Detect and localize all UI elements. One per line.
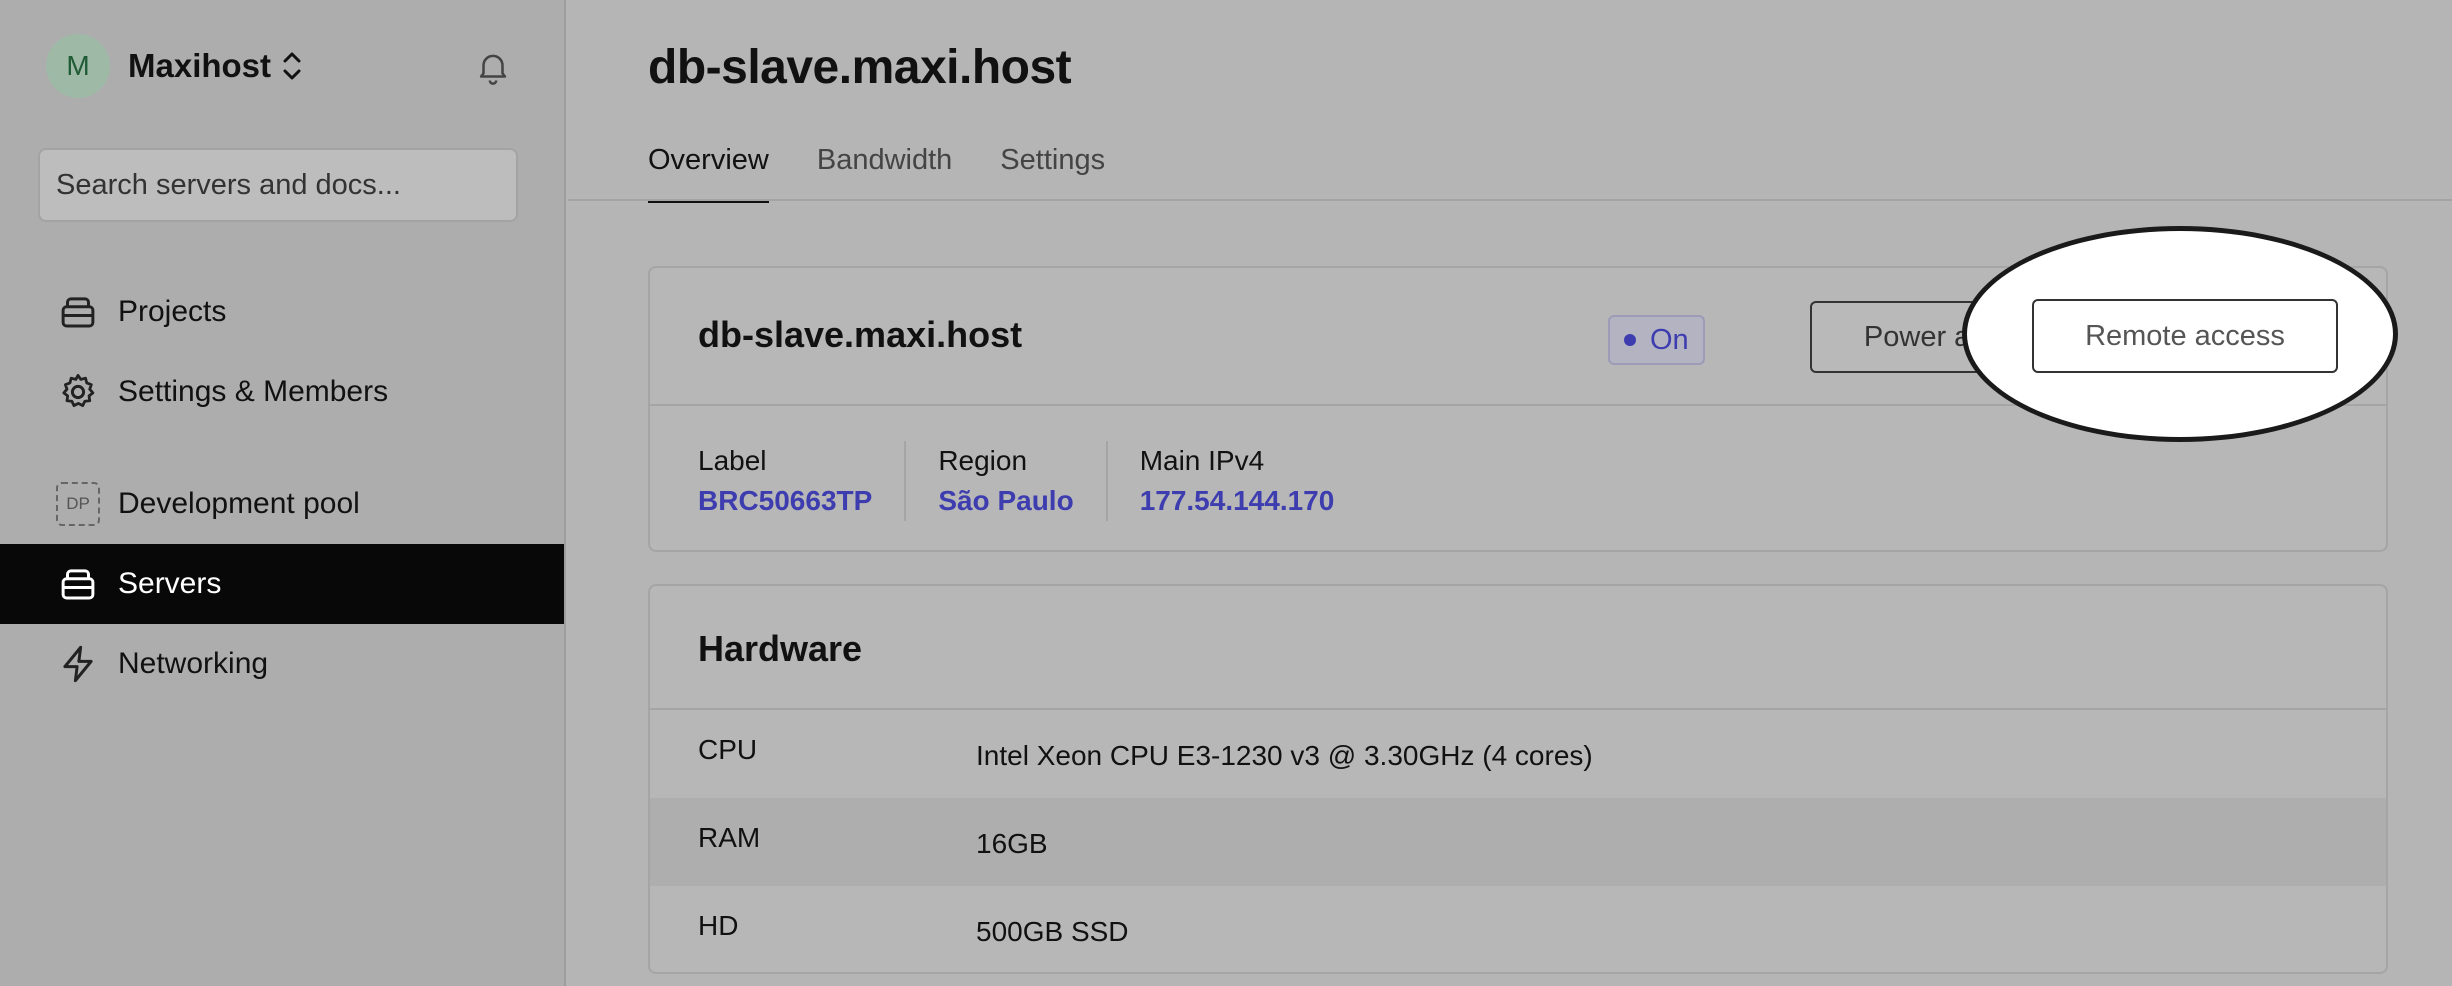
hardware-card: Hardware CPU Intel Xeon CPU E3-1230 v3 @… <box>648 584 2388 974</box>
gear-icon <box>56 370 100 414</box>
tabs-divider <box>568 199 2452 201</box>
sidebar-item-label: Development pool <box>118 487 360 520</box>
hardware-title: Hardware <box>698 628 863 669</box>
status-dot-icon <box>1624 334 1636 346</box>
hardware-value: Intel Xeon CPU E3-1230 v3 @ 3.30GHz (4 c… <box>976 740 1593 771</box>
org-switcher[interactable]: M Maxihost <box>46 34 303 98</box>
tab-overview[interactable]: Overview <box>648 144 769 203</box>
sidebar-item-label: Networking <box>118 647 269 680</box>
search-input[interactable] <box>38 148 518 222</box>
stack-icon <box>56 562 100 606</box>
sidebar-item-label: Settings & Members <box>118 375 389 408</box>
sidebar-item-label: Projects <box>118 295 227 328</box>
chevron-up-down-icon <box>283 52 301 80</box>
server-name: db-slave.maxi.host <box>698 314 1023 355</box>
server-meta: Label BRC50663TP Region São Paulo Main I… <box>650 408 1366 554</box>
tab-bandwidth[interactable]: Bandwidth <box>817 144 952 203</box>
meta-label: Label BRC50663TP <box>650 441 907 521</box>
meta-item-label: Label <box>698 445 767 476</box>
status-badge: On <box>1608 315 1705 365</box>
hardware-row-hd: HD 500GB SSD <box>650 886 2386 974</box>
dp-badge-icon: DP <box>56 482 100 526</box>
meta-item-value[interactable]: São Paulo <box>938 485 1073 517</box>
remote-access-button[interactable]: Remote access <box>2032 299 2338 373</box>
sidebar-item-servers[interactable]: Servers <box>0 544 564 624</box>
meta-item-value[interactable]: BRC50663TP <box>698 485 872 517</box>
org-avatar: M <box>46 34 110 98</box>
hardware-key: CPU <box>698 734 758 765</box>
bolt-icon <box>56 642 100 686</box>
page-title: db-slave.maxi.host <box>648 41 1072 94</box>
hardware-row-cpu: CPU Intel Xeon CPU E3-1230 v3 @ 3.30GHz … <box>650 710 2386 798</box>
sidebar-item-settings-members[interactable]: Settings & Members <box>0 352 564 432</box>
sidebar-item-label: Servers <box>118 567 222 600</box>
hardware-key: HD <box>698 910 739 941</box>
sidebar-item-projects[interactable]: Projects <box>0 272 564 352</box>
meta-item-label: Region <box>938 445 1028 476</box>
stack-icon <box>56 290 100 334</box>
hardware-value: 500GB SSD <box>976 916 1129 947</box>
tab-bar: Overview Bandwidth Settings <box>648 144 1153 203</box>
meta-region: Region São Paulo <box>906 441 1108 521</box>
org-name: Maxihost <box>128 47 272 84</box>
hardware-row-ram: RAM 16GB <box>650 798 2386 886</box>
meta-item-value[interactable]: 177.54.144.170 <box>1140 485 1335 517</box>
status-label: On <box>1650 323 1689 356</box>
sidebar-item-networking[interactable]: Networking <box>0 624 564 704</box>
sidebar: M Maxihost Projects Settings & Members D… <box>0 0 566 986</box>
tab-settings[interactable]: Settings <box>1000 144 1105 203</box>
hardware-value: 16GB <box>976 828 1048 859</box>
meta-item-label: Main IPv4 <box>1139 445 1265 476</box>
bell-icon[interactable] <box>474 48 512 86</box>
main-content: db-slave.maxi.host Overview Bandwidth Se… <box>568 0 2452 986</box>
meta-main-ipv4: Main IPv4 177.54.144.170 <box>1108 441 1367 521</box>
hardware-key: RAM <box>698 822 761 853</box>
sidebar-item-development-pool[interactable]: DP Development pool <box>0 464 564 544</box>
